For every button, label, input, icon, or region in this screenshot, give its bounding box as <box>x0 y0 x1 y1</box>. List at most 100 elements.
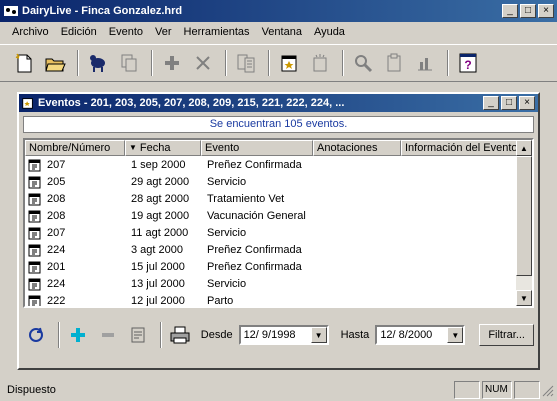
child-close-button[interactable]: × <box>519 96 535 110</box>
copy-button[interactable] <box>115 49 143 77</box>
menu-ayuda[interactable]: Ayuda <box>308 26 351 38</box>
new-file-icon <box>15 53 32 73</box>
table-row[interactable]: 224 3 agt 2000 Preñez Confirmada <box>25 241 518 258</box>
hasta-dropdown-button[interactable]: ▼ <box>447 327 464 343</box>
refresh-button[interactable] <box>23 321 50 349</box>
column-header-fecha[interactable]: ▼ Fecha <box>125 140 201 156</box>
cell-nombre: 207 <box>25 226 125 240</box>
magnifier-icon <box>355 55 373 73</box>
cell-nombre-text: 207 <box>47 158 66 171</box>
menu-evento[interactable]: Evento <box>103 26 149 38</box>
menu-ventana[interactable]: Ventana <box>256 26 308 38</box>
table-row[interactable]: 207 1 sep 2000 Preñez Confirmada <box>25 156 518 173</box>
menu-archivo[interactable]: Archivo <box>6 26 55 38</box>
maximize-button[interactable]: □ <box>520 4 536 18</box>
desde-label: Desde <box>200 329 233 341</box>
filter-separator <box>159 322 162 348</box>
cell-evento: Preñez Confirmada <box>207 158 302 171</box>
events-window-titlebar[interactable]: Eventos - 201, 203, 205, 207, 208, 209, … <box>19 94 538 112</box>
reports-button[interactable] <box>232 49 260 77</box>
table-row[interactable]: 208 19 agt 2000 Vacunación General <box>25 207 518 224</box>
cell-fecha: 1 sep 2000 <box>131 158 186 171</box>
chart-button[interactable] <box>411 49 439 77</box>
cell-fecha: 19 agt 2000 <box>131 209 190 222</box>
minimize-button[interactable]: _ <box>502 4 518 18</box>
open-folder-button[interactable] <box>41 49 69 77</box>
events-window-icon <box>22 98 33 109</box>
find-button[interactable] <box>349 49 377 77</box>
event-record-icon <box>28 210 41 222</box>
add-button[interactable] <box>158 49 186 77</box>
child-minimize-button[interactable]: _ <box>483 96 499 110</box>
cell-evento: Preñez Confirmada <box>207 260 302 273</box>
status-bar: Dispuesto NUM <box>0 379 557 401</box>
table-row[interactable]: 201 15 jul 2000 Preñez Confirmada <box>25 258 518 275</box>
cell-nombre-text: 205 <box>47 175 66 188</box>
sort-descending-icon: ▼ <box>129 143 137 152</box>
plus-icon <box>165 56 179 70</box>
column-header-informacion[interactable]: Información del Evento <box>401 140 518 156</box>
filter-separator <box>57 322 60 348</box>
cell-nombre: 207 <box>25 158 125 172</box>
events-list[interactable]: Nombre/Número ▼ Fecha Evento Anotaciones… <box>23 138 534 308</box>
cell-nombre-text: 208 <box>47 209 66 222</box>
help-button[interactable]: ? <box>454 49 482 77</box>
cell-evento: Servicio <box>207 175 247 188</box>
menu-herramientas[interactable]: Herramientas <box>178 26 256 38</box>
cell-nombre: 224 <box>25 277 125 291</box>
column-header-nombre[interactable]: Nombre/Número <box>25 140 125 156</box>
table-row[interactable]: 207 11 agt 2000 Servicio <box>25 224 518 241</box>
hasta-date-value[interactable]: 12/ 8/2000 <box>377 327 447 343</box>
main-titlebar[interactable]: DairyLive - Finca Gonzalez.hrd _ □ × <box>0 0 557 22</box>
cell-nombre: 201 <box>25 260 125 274</box>
menu-edicion[interactable]: Edición <box>55 26 103 38</box>
toolbar-separator <box>225 50 227 76</box>
event-record-icon <box>28 227 41 239</box>
table-row[interactable]: 222 12 jul 2000 Parto <box>25 292 518 307</box>
table-row[interactable]: 224 13 jul 2000 Servicio <box>25 275 518 292</box>
column-header-anotaciones[interactable]: Anotaciones <box>313 140 401 156</box>
clipboard-button[interactable] <box>380 49 408 77</box>
clipboard-icon <box>387 53 401 72</box>
vertical-scrollbar[interactable]: ▲ ▼ <box>516 140 532 306</box>
event-wizard-button[interactable] <box>306 49 334 77</box>
cell-evento: Servicio <box>207 277 247 290</box>
status-num: NUM <box>482 381 512 399</box>
event-record-icon <box>28 159 41 171</box>
close-button[interactable]: × <box>538 4 554 18</box>
remove-event-button[interactable] <box>95 321 122 349</box>
event-record-icon <box>28 244 41 256</box>
delete-button[interactable] <box>189 49 217 77</box>
resize-grip-icon[interactable] <box>540 383 554 397</box>
table-row[interactable]: 205 29 agt 2000 Servicio <box>25 173 518 190</box>
scroll-down-button[interactable]: ▼ <box>516 290 532 306</box>
cell-evento: Preñez Confirmada <box>207 243 302 256</box>
desde-date-picker[interactable]: 12/ 9/1998 ▼ <box>238 325 329 345</box>
desde-dropdown-button[interactable]: ▼ <box>310 327 327 343</box>
column-header-fecha-label: Fecha <box>139 142 171 154</box>
child-maximize-button[interactable]: □ <box>501 96 517 110</box>
cell-evento: Parto <box>207 294 234 307</box>
edit-event-button[interactable] <box>125 321 152 349</box>
filter-button[interactable]: Filtrar... <box>479 324 534 346</box>
events-window[interactable]: Eventos - 201, 203, 205, 207, 208, 209, … <box>17 92 540 370</box>
mdi-area: Eventos - 201, 203, 205, 207, 208, 209, … <box>0 84 557 379</box>
table-row[interactable]: 208 28 agt 2000 Tratamiento Vet <box>25 190 518 207</box>
print-button[interactable] <box>167 321 194 349</box>
cell-evento: Tratamiento Vet <box>207 192 285 205</box>
toolbar-separator <box>268 50 270 76</box>
events-window-title: Eventos - 201, 203, 205, 207, 208, 209, … <box>38 97 345 109</box>
scroll-up-button[interactable]: ▲ <box>516 140 532 156</box>
menu-ver[interactable]: Ver <box>149 26 178 38</box>
hasta-date-picker[interactable]: 12/ 8/2000 ▼ <box>375 325 466 345</box>
desde-date-value[interactable]: 12/ 9/1998 <box>241 327 311 343</box>
cow-button[interactable] <box>84 49 112 77</box>
toolbar-separator <box>342 50 344 76</box>
scroll-thumb[interactable] <box>516 156 532 276</box>
status-text: Dispuesto <box>7 384 56 396</box>
new-file-button[interactable] <box>10 49 38 77</box>
add-event-button[interactable] <box>65 321 92 349</box>
column-header-evento[interactable]: Evento <box>201 140 313 156</box>
event-calendar-button[interactable] <box>275 49 303 77</box>
cell-evento: Vacunación General <box>207 209 306 222</box>
